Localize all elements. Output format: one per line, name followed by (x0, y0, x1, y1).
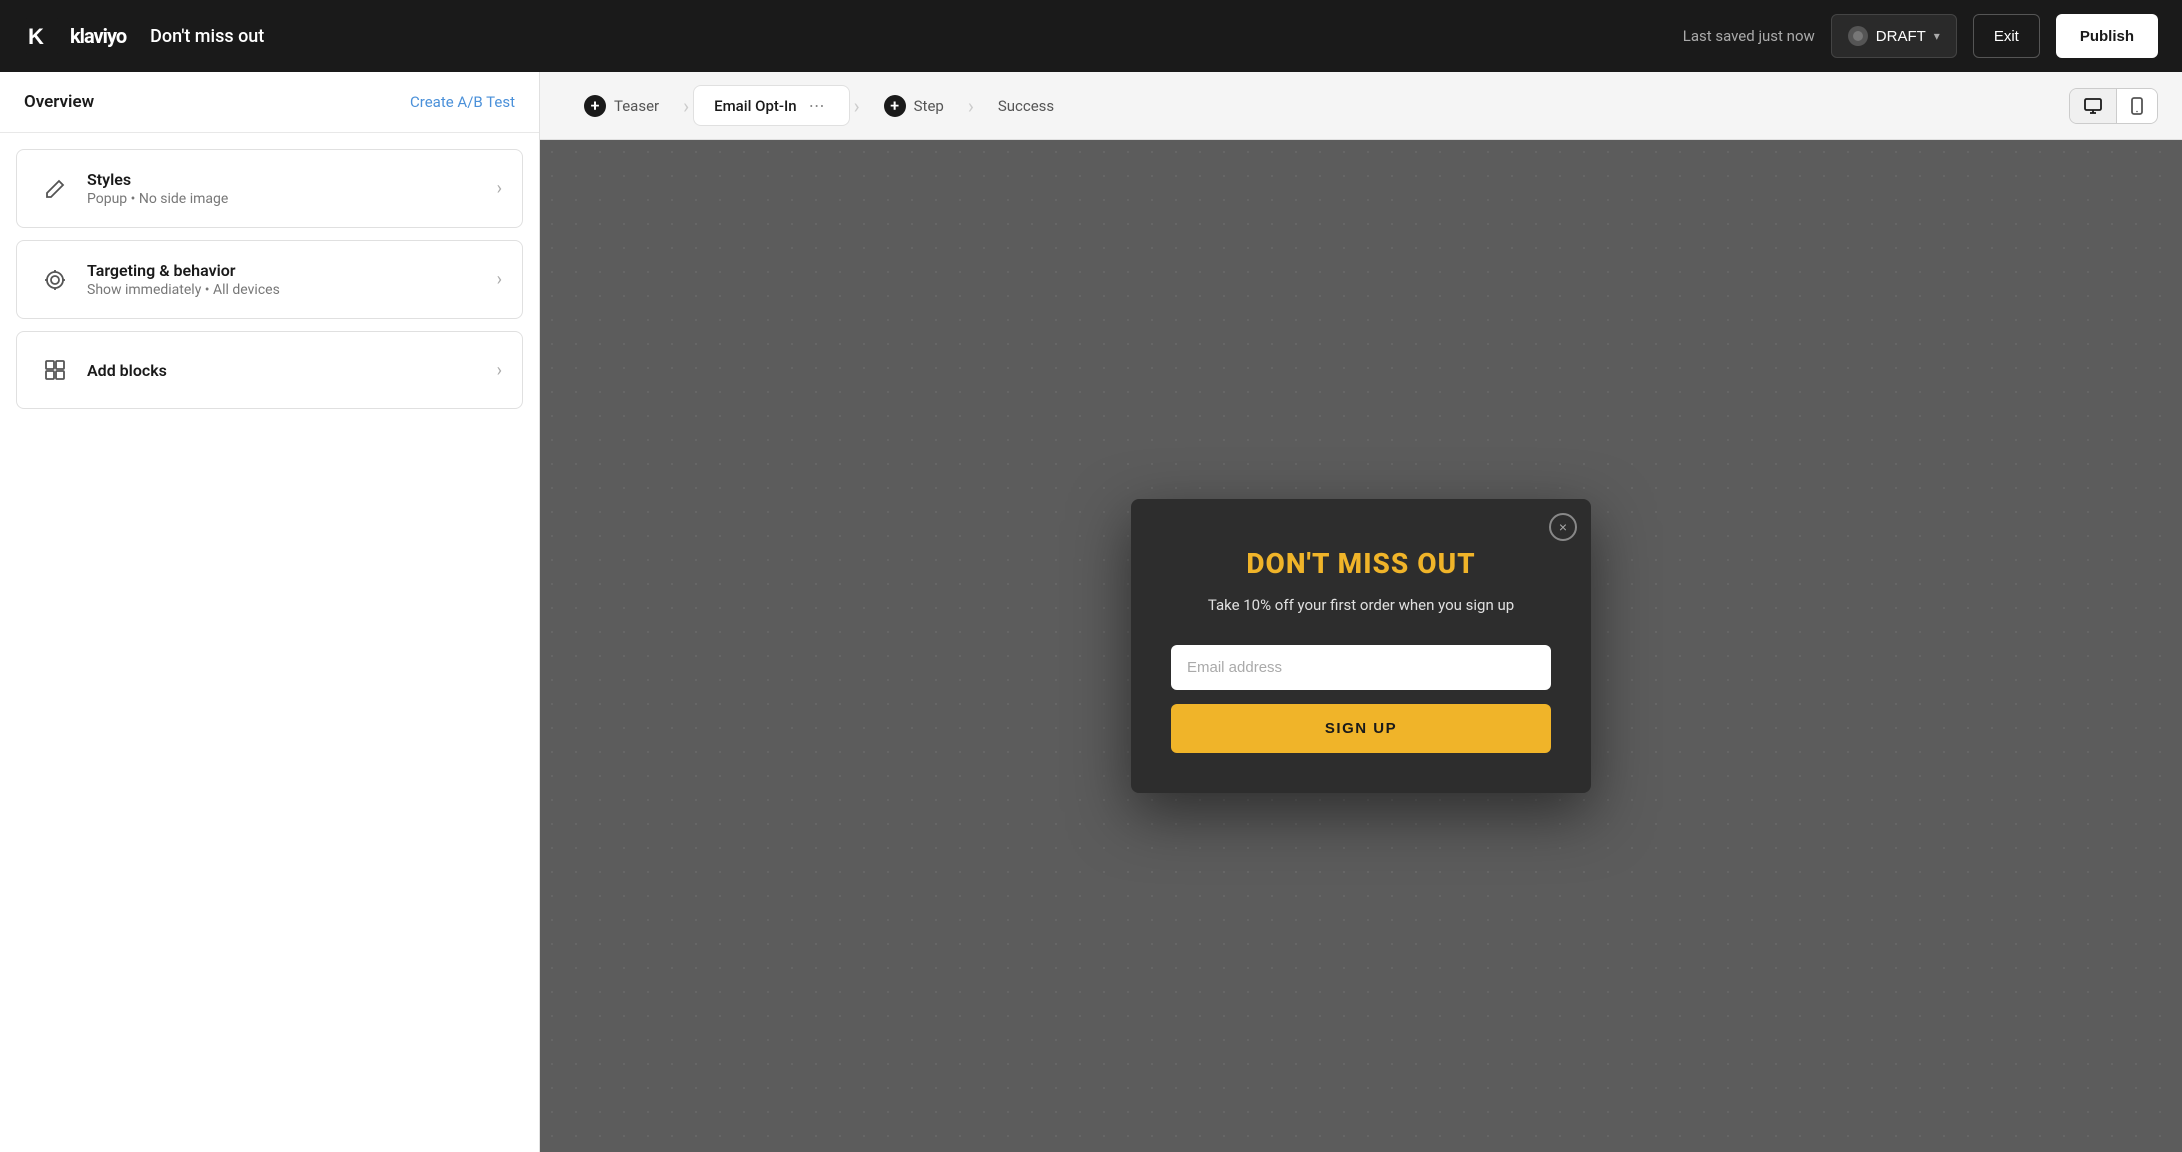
tab-bar: + Teaser › Email Opt-In ⋯ › + Step › Suc… (540, 72, 2182, 140)
add-blocks-content: Add blocks (87, 361, 497, 380)
desktop-view-button[interactable] (2070, 89, 2117, 123)
add-blocks-title: Add blocks (87, 361, 497, 380)
styles-title: Styles (87, 170, 497, 189)
mobile-view-button[interactable] (2117, 89, 2157, 123)
targeting-title: Targeting & behavior (87, 261, 497, 280)
tab-teaser-label: Teaser (614, 97, 659, 115)
targeting-subtitle: Show immediately • All devices (87, 282, 497, 298)
tab-teaser[interactable]: + Teaser (564, 87, 679, 125)
email-input[interactable] (1171, 645, 1551, 690)
save-status: Last saved just now (1683, 27, 1815, 45)
sidebar-item-add-blocks[interactable]: Add blocks › (16, 331, 523, 409)
chevron-right-icon: › (497, 178, 502, 199)
sidebar-title: Overview (24, 92, 94, 112)
tab-success-label: Success (998, 97, 1054, 115)
page-title: Don't miss out (150, 26, 264, 47)
chevron-down-icon: ▾ (1934, 29, 1940, 43)
draft-indicator (1848, 26, 1868, 46)
brand-name: klaviyo (70, 24, 126, 48)
publish-button[interactable]: Publish (2056, 14, 2158, 58)
tab-email-opt-in[interactable]: Email Opt-In ⋯ (693, 85, 849, 126)
tab-step[interactable]: + Step (864, 87, 964, 125)
targeting-content: Targeting & behavior Show immediately • … (87, 261, 497, 298)
top-navigation: K klaviyo Don't miss out Last saved just… (0, 0, 2182, 72)
tab-separator-3: › (968, 94, 974, 118)
popup-close-button[interactable]: × (1549, 513, 1577, 541)
targeting-icon (37, 262, 73, 298)
styles-subtitle: Popup • No side image (87, 191, 497, 207)
draft-button[interactable]: DRAFT ▾ (1831, 14, 1957, 58)
create-ab-test-link[interactable]: Create A/B Test (410, 93, 515, 111)
brand-logo: K klaviyo (24, 18, 126, 54)
pen-icon (37, 171, 73, 207)
sidebar-item-targeting[interactable]: Targeting & behavior Show immediately • … (16, 240, 523, 319)
close-icon: × (1559, 519, 1567, 535)
view-toggle (2069, 88, 2158, 124)
sign-up-button[interactable]: SIGN UP (1171, 704, 1551, 753)
tab-separator-1: › (683, 94, 689, 118)
teaser-plus-icon: + (584, 95, 606, 117)
sidebar-item-styles[interactable]: Styles Popup • No side image › (16, 149, 523, 228)
tab-options-icon[interactable]: ⋯ (805, 94, 829, 117)
tab-email-opt-in-label: Email Opt-In (714, 97, 796, 115)
sidebar-header: Overview Create A/B Test (0, 72, 539, 133)
blocks-icon (37, 352, 73, 388)
chevron-right-icon-3: › (497, 360, 502, 381)
draft-label: DRAFT (1876, 28, 1926, 45)
popup-subtitle: Take 10% off your first order when you s… (1171, 594, 1551, 617)
svg-text:K: K (28, 24, 44, 49)
styles-content: Styles Popup • No side image (87, 170, 497, 207)
chevron-right-icon-2: › (497, 269, 502, 290)
exit-button[interactable]: Exit (1973, 14, 2040, 58)
popup-title: DON'T MISS OUT (1171, 547, 1551, 580)
popup-modal: × DON'T MISS OUT Take 10% off your first… (1131, 499, 1591, 793)
main-layout: Overview Create A/B Test Styles Popup • … (0, 72, 2182, 1152)
sidebar: Overview Create A/B Test Styles Popup • … (0, 72, 540, 1152)
tab-separator-2: › (854, 94, 860, 118)
tab-success[interactable]: Success (978, 89, 1074, 123)
step-plus-icon: + (884, 95, 906, 117)
sidebar-items-list: Styles Popup • No side image › (0, 133, 539, 425)
tab-step-label: Step (914, 97, 944, 115)
klaviyo-logo-icon: K (24, 18, 60, 54)
preview-area: × DON'T MISS OUT Take 10% off your first… (540, 140, 2182, 1152)
preview-background: × DON'T MISS OUT Take 10% off your first… (540, 140, 2182, 1152)
content-area: + Teaser › Email Opt-In ⋯ › + Step › Suc… (540, 72, 2182, 1152)
